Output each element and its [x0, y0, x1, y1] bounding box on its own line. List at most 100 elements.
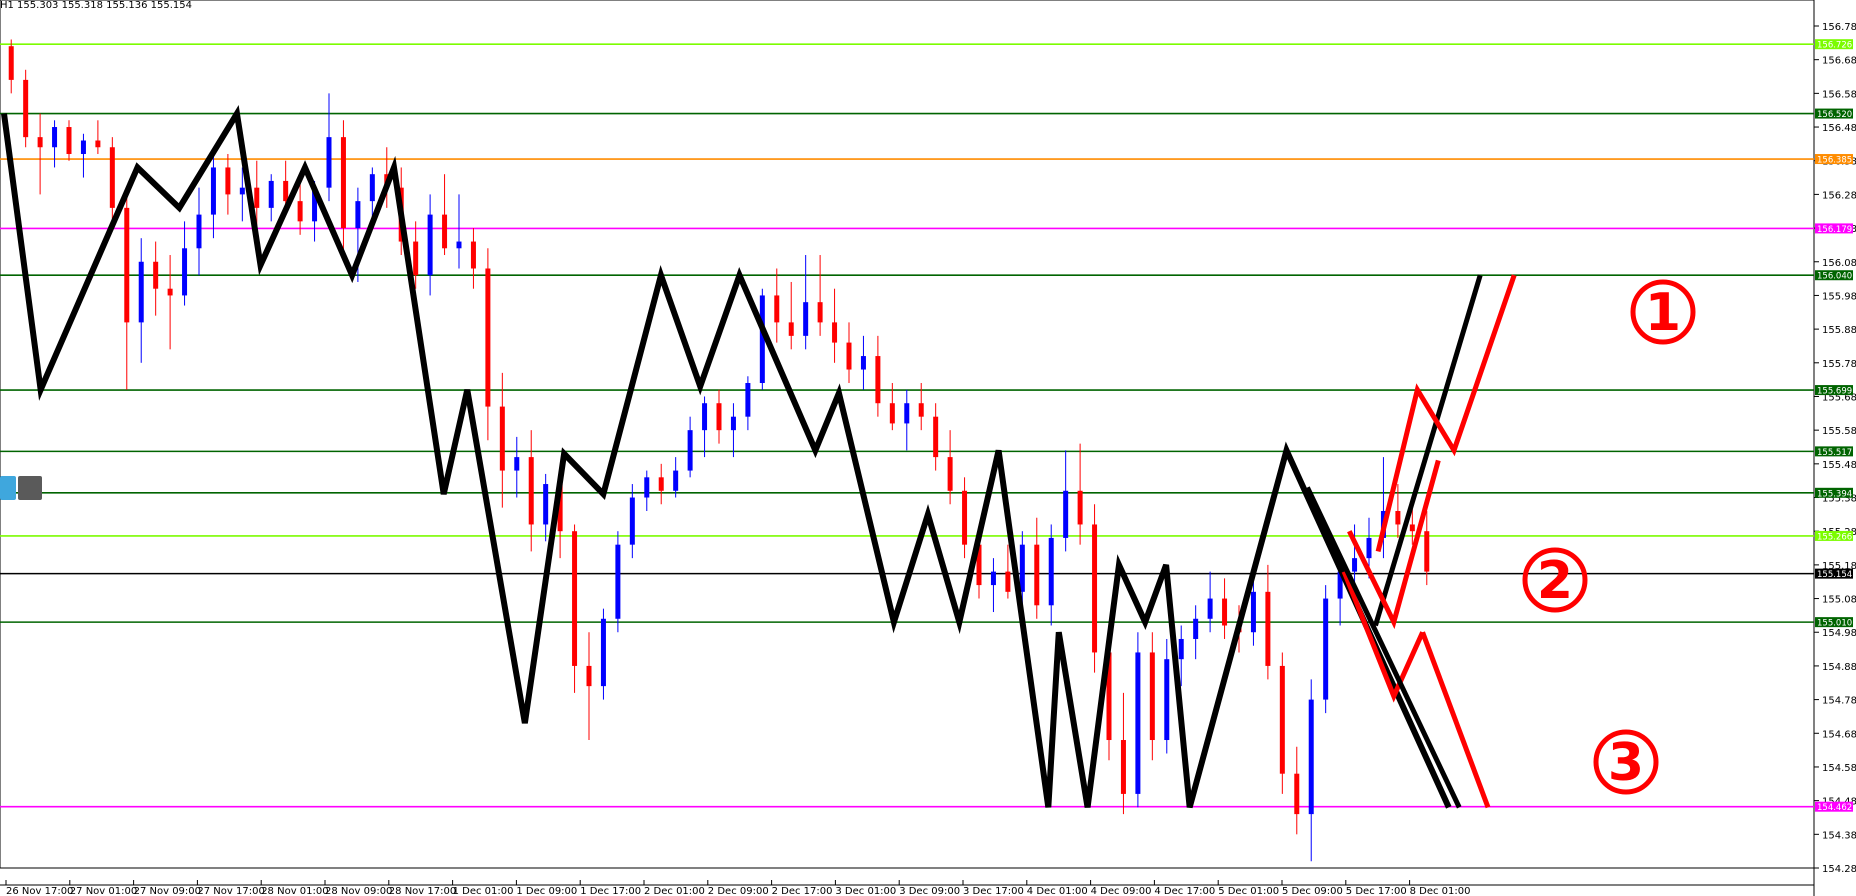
circle-number-label: 3 — [1608, 733, 1644, 793]
candle-body — [499, 406, 505, 471]
y-tick-label: 154.680 — [1822, 729, 1856, 740]
x-tick-label: 1 Dec 01:00 — [453, 886, 514, 896]
projection-line — [1375, 274, 1517, 552]
candle-body — [745, 383, 751, 417]
candle-body — [138, 261, 144, 323]
candle-body — [8, 46, 14, 80]
x-tick-label: 4 Dec 17:00 — [1154, 886, 1215, 896]
candle-body — [196, 214, 202, 249]
candle-body — [1279, 665, 1285, 774]
candle-body — [1092, 524, 1098, 653]
candle-body — [1395, 510, 1401, 525]
y-tick-label: 154.580 — [1822, 763, 1856, 774]
candle-body — [283, 180, 289, 202]
candle-body — [687, 430, 693, 471]
level-price-label: 156.040 — [1817, 272, 1852, 282]
x-tick-label: 4 Dec 09:00 — [1091, 886, 1152, 896]
candle-body — [109, 147, 115, 208]
x-tick-label: 3 Dec 17:00 — [963, 886, 1024, 896]
candle-body — [470, 241, 476, 269]
candle-body — [1048, 537, 1054, 606]
candle-body — [153, 261, 159, 289]
x-tick-label: 26 Nov 17:00 — [6, 886, 73, 896]
y-tick-label: 156.480 — [1822, 123, 1856, 134]
circle-number-label: 2 — [1537, 551, 1573, 611]
level-price-label: 155.010 — [1817, 619, 1852, 629]
candle-body — [673, 470, 679, 491]
candle-body — [1063, 490, 1069, 538]
candle-body — [600, 618, 606, 687]
candle-body — [629, 497, 635, 545]
zigzag-line — [1, 105, 1452, 809]
y-tick-label: 155.580 — [1822, 426, 1856, 437]
x-tick-label: 5 Dec 09:00 — [1282, 886, 1343, 896]
level-price-label: 156.520 — [1817, 110, 1852, 120]
x-tick-label: 1 Dec 09:00 — [516, 886, 577, 896]
candle-body — [1019, 544, 1025, 592]
candle-body — [1352, 558, 1358, 572]
candle-body — [716, 403, 722, 431]
candle-body — [1207, 598, 1213, 619]
projection-line — [1420, 631, 1491, 809]
x-tick-label: 3 Dec 09:00 — [899, 886, 960, 896]
candle-body — [1222, 598, 1228, 626]
candle-body — [1120, 740, 1126, 794]
x-tick-label: 8 Dec 01:00 — [1410, 886, 1471, 896]
y-tick-label: 156.680 — [1822, 56, 1856, 67]
candle-body — [37, 137, 43, 148]
candle-body — [990, 571, 996, 586]
candle-body — [456, 241, 462, 249]
candle-body — [803, 302, 809, 336]
candle-body — [615, 544, 621, 619]
candle-body — [413, 241, 419, 276]
candle-body — [543, 484, 549, 525]
candle-body — [1164, 659, 1170, 741]
y-tick-label: 155.480 — [1822, 460, 1856, 471]
x-tick-label: 1 Dec 17:00 — [580, 886, 641, 896]
x-tick-label: 5 Dec 17:00 — [1346, 886, 1407, 896]
candle-body — [297, 201, 303, 222]
candle-body — [369, 174, 375, 202]
candle-body — [644, 477, 650, 498]
level-price-label: 155.699 — [1817, 387, 1852, 397]
level-price-label: 155.266 — [1817, 532, 1852, 542]
candle-body — [788, 322, 794, 336]
chart-canvas[interactable]: 156.780156.680156.580156.480156.380156.2… — [0, 0, 1856, 896]
crosshair-tool-icon[interactable] — [18, 476, 42, 500]
candle-body — [167, 288, 173, 296]
x-tick-label: 28 Nov 01:00 — [261, 886, 328, 896]
y-tick-label: 156.280 — [1822, 190, 1856, 201]
level-price-label: 155.394 — [1817, 489, 1852, 499]
candle-body — [254, 187, 260, 208]
candle-body — [933, 416, 939, 458]
candle-body — [1294, 773, 1300, 815]
candle-body — [239, 187, 245, 195]
candle-body — [947, 457, 953, 491]
candle-body — [442, 214, 448, 249]
candle-body — [962, 490, 968, 545]
y-tick-label: 154.780 — [1822, 696, 1856, 707]
candle-body — [846, 342, 852, 370]
x-tick-label: 2 Dec 17:00 — [772, 886, 833, 896]
candle-body — [268, 180, 274, 208]
candle-body — [124, 207, 130, 323]
candle-body — [774, 295, 780, 323]
x-tick-label: 27 Nov 17:00 — [197, 886, 264, 896]
candle-body — [225, 167, 231, 195]
level-price-label: 156.179 — [1817, 225, 1852, 235]
y-tick-label: 156.780 — [1822, 22, 1856, 33]
y-tick-label: 156.580 — [1822, 89, 1856, 100]
x-tick-label: 4 Dec 01:00 — [1027, 886, 1088, 896]
candle-body — [355, 201, 361, 229]
candle-body — [514, 457, 520, 471]
candle-body — [340, 137, 346, 229]
cursor-tool-icon[interactable] — [0, 476, 16, 500]
x-tick-label: 5 Dec 01:00 — [1218, 886, 1279, 896]
candle-body — [485, 268, 491, 407]
candle-body — [832, 322, 838, 343]
level-price-label: 156.726 — [1817, 41, 1852, 51]
candlestick-chart[interactable]: H1 155.303 155.318 155.136 155.154 156.7… — [0, 0, 1856, 896]
y-tick-label: 154.280 — [1822, 864, 1856, 875]
y-tick-label: 154.380 — [1822, 830, 1856, 841]
candle-body — [66, 127, 72, 154]
